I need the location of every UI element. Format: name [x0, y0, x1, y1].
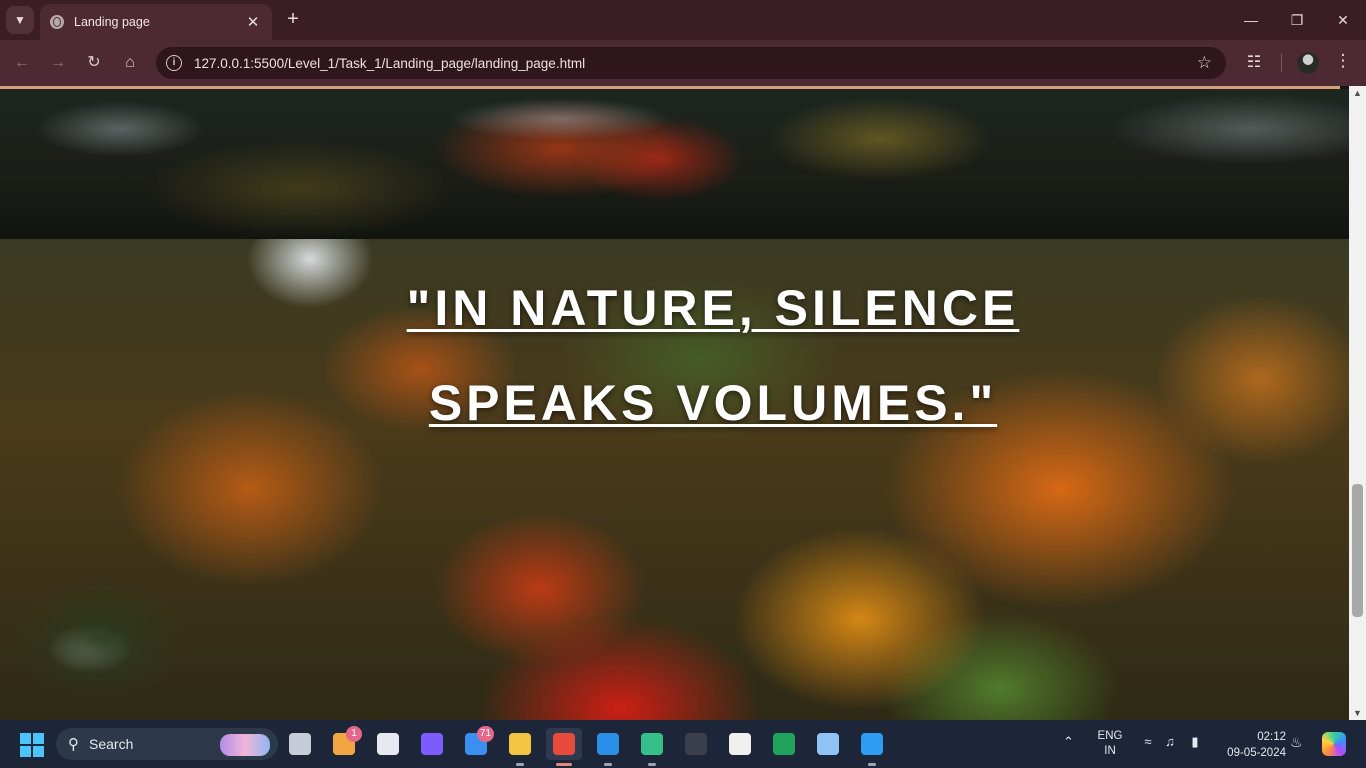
running-indicator [868, 763, 876, 766]
taskbar-app-git-kraken[interactable] [634, 728, 670, 766]
photos-icon [861, 733, 883, 755]
browser-menu-kebab-icon[interactable]: ⋮ [1334, 51, 1352, 71]
taskbar-app-photos[interactable] [854, 728, 890, 766]
taskbar-app-resource-monitor[interactable] [810, 728, 846, 760]
address-bar[interactable]: i 127.0.0.1:5500/Level_1/Task_1/Landing_… [156, 47, 1226, 79]
quote-line-1: "IN NATURE, SILENCE [406, 280, 1020, 336]
copilot-store-icon [421, 733, 443, 755]
page-viewport: "IN NATURE, SILENCE SPEAKS VOLUMES." [0, 86, 1349, 720]
wifi-icon[interactable]: ≈ [1139, 734, 1157, 749]
chrome-icon [553, 733, 575, 755]
terminal-icon [685, 733, 707, 755]
taskbar-app-chrome[interactable] [546, 728, 582, 766]
forward-button[interactable]: → [46, 51, 70, 75]
copilot-icon[interactable] [1322, 732, 1346, 756]
battery-icon[interactable]: ▮ [1186, 734, 1204, 750]
task-view-icon [289, 733, 311, 755]
git-kraken-icon [641, 733, 663, 755]
site-info-icon[interactable]: i [166, 55, 182, 71]
clock-date: 09-05-2024 [1227, 747, 1286, 759]
tab-landing-page[interactable]: Landing page ✕ [40, 4, 272, 40]
tab-strip: ▼ Landing page ✕ + — ❐ ✕ [0, 0, 1366, 40]
running-indicator [556, 763, 572, 766]
browser-toolbar: ← → ↻ ⌂ i 127.0.0.1:5500/Level_1/Task_1/… [0, 40, 1366, 86]
home-button[interactable]: ⌂ [118, 51, 142, 75]
header-accent-line [0, 86, 1340, 89]
arrow-left-icon: ← [14, 54, 30, 71]
taskbar-app-terminal[interactable] [678, 728, 714, 760]
close-tab-icon[interactable]: ✕ [244, 13, 262, 31]
running-indicator [604, 763, 612, 766]
taskbar-app-mail[interactable]: 71 [458, 726, 494, 760]
input-language[interactable]: ENG IN [1094, 729, 1126, 759]
reload-icon: ↻ [87, 54, 101, 71]
taskbar-app-file-explorer[interactable] [502, 728, 538, 766]
volume-icon[interactable]: ♫ [1161, 734, 1179, 749]
pond-reflection-image [0, 89, 1349, 239]
scroll-up-arrow-icon[interactable]: ▲ [1353, 88, 1362, 98]
bookmark-star-icon[interactable]: ☆ [1197, 53, 1212, 73]
hero-quote: "IN NATURE, SILENCE SPEAKS VOLUMES." [0, 261, 1349, 451]
vscode-icon [597, 733, 619, 755]
close-window-button[interactable]: ✕ [1320, 8, 1366, 32]
system-clock[interactable]: 02:12 09-05-2024 [1216, 729, 1286, 761]
search-label: Search [89, 736, 134, 752]
scrollbar-thumb[interactable] [1352, 484, 1363, 617]
taskbar-app-vscode[interactable] [590, 728, 626, 766]
restore-button[interactable]: ❐ [1274, 8, 1320, 32]
taskbar-app-copilot-store[interactable] [414, 728, 450, 760]
tab-title: Landing page [74, 15, 150, 29]
clock-time: 02:12 [1257, 731, 1286, 743]
url-text[interactable]: 127.0.0.1:5500/Level_1/Task_1/Landing_pa… [194, 56, 585, 71]
windows-taskbar: ⚲ Search 1 71 ⌃ ENG IN ≈ ♫ ▮ 02:12 09-05-… [0, 720, 1366, 768]
taskbar-app-dell[interactable] [370, 728, 406, 760]
new-tab-button[interactable]: + [282, 8, 304, 30]
extensions-puzzle-icon[interactable]: ☷ [1243, 52, 1265, 74]
minimize-button[interactable]: — [1228, 8, 1274, 32]
dell-icon [377, 733, 399, 755]
taskbar-app-task-view[interactable] [282, 728, 318, 760]
tray-overflow-chevron-icon[interactable]: ⌃ [1063, 734, 1074, 750]
home-icon: ⌂ [125, 54, 135, 71]
running-indicator [516, 763, 524, 766]
page-scrollbar[interactable]: ▲ ▼ [1349, 86, 1366, 720]
file-explorer-icon [509, 733, 531, 755]
globe-icon [50, 15, 64, 29]
toolbar-divider [1281, 54, 1282, 72]
taskbar-app-mongodb-compass[interactable] [766, 728, 802, 760]
search-highlight-image [220, 734, 270, 756]
start-button-windows-icon[interactable] [20, 733, 44, 757]
quote-line-2: SPEAKS VOLUMES." [428, 375, 998, 431]
notification-badge: 1 [346, 726, 362, 742]
notification-badge: 71 [476, 726, 494, 742]
resource-monitor-icon [817, 733, 839, 755]
taskbar-app-widgets[interactable]: 1 [326, 726, 362, 760]
mongodb-compass-icon [773, 733, 795, 755]
taskbar-search[interactable]: ⚲ Search [56, 728, 278, 760]
notification-bell-icon[interactable]: ♨ [1290, 734, 1303, 751]
search-icon: ⚲ [68, 736, 79, 753]
running-indicator [648, 763, 656, 766]
profile-avatar[interactable] [1297, 52, 1319, 74]
taskbar-app-github[interactable] [722, 728, 758, 760]
arrow-right-icon: → [50, 54, 66, 71]
tab-search-button[interactable]: ▼ [6, 6, 34, 34]
github-icon [729, 733, 751, 755]
back-button[interactable]: ← [10, 51, 34, 75]
chevron-down-icon: ▼ [14, 13, 26, 27]
reload-button[interactable]: ↻ [82, 51, 106, 75]
scroll-down-arrow-icon[interactable]: ▼ [1353, 708, 1362, 718]
